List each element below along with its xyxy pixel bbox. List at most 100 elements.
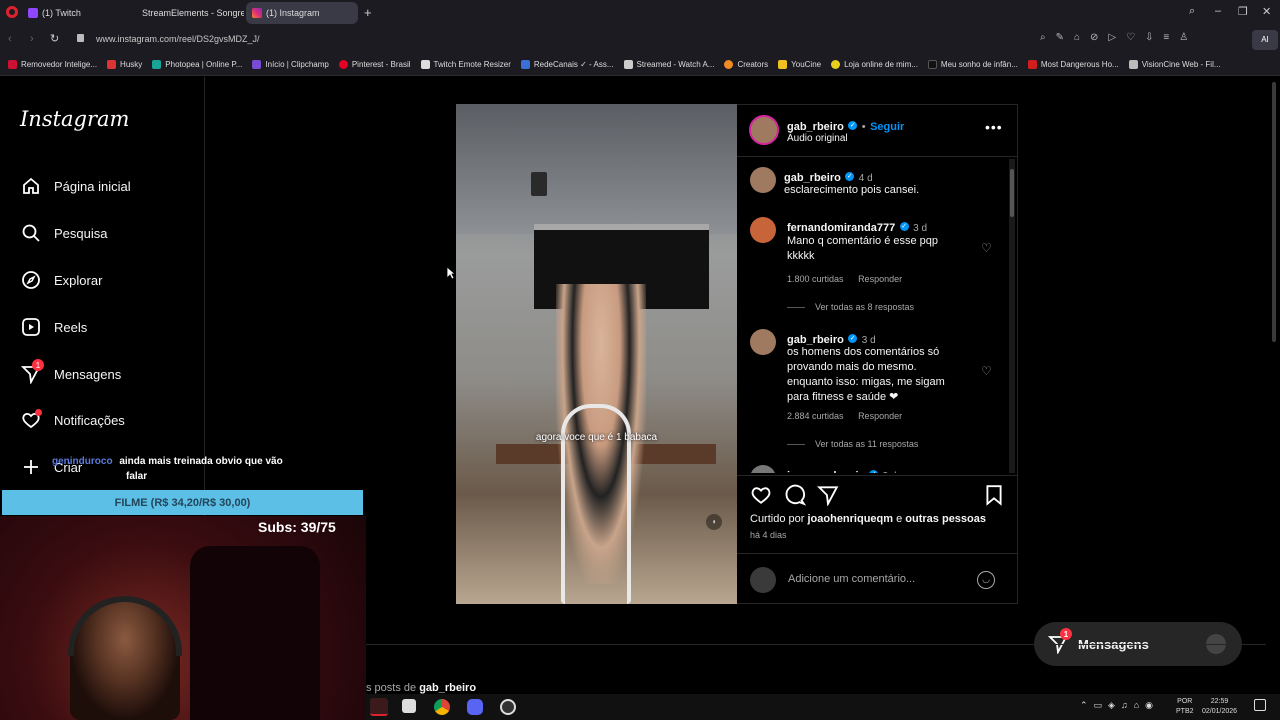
author-username[interactable]: gab_rbeiro (787, 121, 844, 133)
language-indicator[interactable]: POR PTB2 (1176, 697, 1194, 717)
minimize-icon[interactable]: – (1215, 5, 1221, 17)
bookmark[interactable]: Meu sonho de infân... (927, 60, 1018, 69)
bookmark[interactable]: Twitch Emote Resizer (420, 60, 511, 69)
save-icon[interactable] (983, 484, 1005, 511)
comment-likes[interactable]: 1.800 curtidas (787, 274, 844, 284)
tab-label: (1) Twitch (42, 8, 81, 18)
tab-streamelements[interactable]: StreamElements - Songre (132, 2, 244, 24)
bookmark[interactable]: VisionCine Web - Fil... (1128, 60, 1221, 69)
bookmark[interactable]: Most Dangerous Ho... (1027, 60, 1119, 69)
bookmark-label: Most Dangerous Ho... (1040, 60, 1119, 69)
like-comment-icon[interactable]: ♡ (981, 241, 992, 255)
view-replies[interactable]: Ver todas as 11 respostas (787, 439, 918, 449)
reply-button[interactable]: Responder (858, 411, 902, 421)
verified-icon: ✓ (899, 222, 909, 232)
opera-logo-icon[interactable] (6, 6, 18, 18)
clock[interactable]: 22:59 02/01/2026 (1202, 697, 1237, 717)
app-taskbar-icon[interactable] (402, 699, 416, 713)
address-bar: ‹ › ↻ www.instagram.com/reel/DS2gvsMDZ_J… (0, 26, 1280, 54)
new-tab-icon[interactable]: + (364, 5, 372, 20)
avatar[interactable] (750, 217, 776, 243)
bookmark[interactable]: Creators (724, 60, 768, 69)
add-comment-input[interactable]: Adicione um comentário... (788, 573, 915, 585)
comments-scroll[interactable]: gab_rbeiro ✓ 4 d esclarecimento pois can… (737, 157, 1017, 473)
page-scrollbar-thumb[interactable] (1272, 82, 1276, 342)
notification-center-icon[interactable] (1254, 699, 1266, 711)
comment-likes[interactable]: 2.884 curtidas (787, 411, 844, 421)
chat-message: geninduroco ainda mais treinada obvio qu… (52, 456, 372, 482)
nav-messages[interactable]: 1 Mensagens (20, 359, 121, 385)
nav-explore[interactable]: Explorar (20, 269, 102, 291)
bookmark[interactable]: Husky (107, 60, 142, 69)
bookmark-icon (420, 60, 430, 69)
bookmark[interactable]: Início | Clipchamp (252, 60, 329, 69)
nav-notifications[interactable]: Notificações (20, 409, 125, 431)
discord-taskbar-icon[interactable] (467, 699, 483, 715)
tab-label: StreamElements - Songre (142, 8, 244, 18)
instagram-logo[interactable]: Instagram (20, 107, 129, 131)
taskbar: ⌃▭◈♫⌂◉ POR PTB2 22:59 02/01/2026 (366, 694, 1280, 720)
like-icon[interactable] (750, 484, 772, 511)
follow-button[interactable]: Seguir (870, 121, 904, 133)
view-replies[interactable]: Ver todas as 8 respostas (787, 302, 914, 312)
verified-icon: ✓ (845, 172, 855, 182)
avatar[interactable] (750, 329, 776, 355)
reel-video[interactable]: agora voce que é 1 babaca ◖ (456, 104, 737, 604)
scrollbar[interactable] (1009, 159, 1015, 473)
bookmark[interactable]: Photopea | Online P... (152, 60, 242, 69)
more-posts-prefix: s posts de (366, 682, 417, 694)
browser-toolbar-icons[interactable]: ⌕✎⌂⊘▷♡⇩≡♙ (1040, 32, 1198, 43)
chrome-taskbar-icon[interactable] (434, 699, 450, 715)
nav-search[interactable]: Pesquisa (20, 222, 107, 244)
liked-by-user[interactable]: joaohenriqueqm (807, 513, 893, 525)
tab-instagram[interactable]: (1) Instagram (246, 2, 358, 24)
comment-meta: 2.884 curtidas Responder (787, 411, 902, 421)
forward-icon[interactable]: › (30, 33, 34, 45)
bookmark[interactable]: Streamed - Watch A... (623, 60, 714, 69)
ai-button[interactable]: AI (1252, 30, 1278, 50)
comment-divider (737, 553, 1017, 554)
page-scrollbar[interactable] (1270, 77, 1278, 694)
back-icon[interactable]: ‹ (8, 33, 12, 45)
avatar[interactable] (750, 167, 776, 193)
nav-home[interactable]: Página inicial (20, 175, 131, 197)
audio-label[interactable]: Áudio original (787, 133, 848, 144)
bookmark[interactable]: Removedor Intelige... (8, 60, 97, 69)
search-tabs-icon[interactable]: ⌕ (1189, 5, 1195, 18)
bookmark[interactable]: YouCine (778, 60, 821, 69)
mute-icon[interactable]: ◖ (706, 514, 722, 530)
liked-by-rest[interactable]: outras pessoas (905, 513, 986, 525)
comment-text-line: kkkkk (787, 250, 815, 262)
url-field[interactable]: www.instagram.com/reel/DS2gvsMDZ_J/ (96, 34, 260, 44)
more-posts-user[interactable]: gab_rbeiro (419, 682, 476, 694)
share-icon[interactable] (816, 484, 839, 511)
comment-username[interactable]: improcedencia (787, 470, 865, 473)
opera-taskbar-icon[interactable] (370, 698, 388, 716)
more-options-icon[interactable]: ••• (985, 119, 1003, 135)
scrollbar-thumb[interactable] (1010, 169, 1014, 217)
bookmark[interactable]: Pinterest - Brasil (338, 60, 411, 69)
like-comment-icon[interactable]: ♡ (981, 364, 992, 378)
tab-label: (1) Instagram (266, 8, 320, 18)
liked-by: Curtido por joaohenriqueqm e outras pess… (750, 513, 986, 525)
lang-2: PTB2 (1176, 708, 1194, 715)
comment-username[interactable]: fernandomiranda777 (787, 222, 895, 234)
maximize-icon[interactable]: ❐ (1238, 5, 1248, 18)
emoji-icon[interactable]: ◡ (977, 571, 995, 589)
reply-button[interactable]: Responder (858, 274, 902, 284)
avatar[interactable] (750, 465, 776, 473)
obs-taskbar-icon[interactable] (500, 699, 516, 715)
comment-meta: 1.800 curtidas Responder (787, 274, 902, 284)
nav-label: Página inicial (54, 178, 131, 194)
nav-reels[interactable]: Reels (20, 316, 87, 338)
bookmark[interactable]: Loja online de mim... (831, 60, 918, 69)
close-window-icon[interactable]: ✕ (1262, 5, 1271, 18)
tab-twitch[interactable]: (1) Twitch (22, 2, 130, 24)
bookmark[interactable]: RedeCanais ✓ - Ass... (520, 60, 614, 69)
messages-badge: 1 (32, 359, 44, 371)
comment-icon[interactable] (784, 484, 807, 511)
author-avatar[interactable] (749, 115, 779, 145)
reload-icon[interactable]: ↻ (50, 32, 59, 45)
system-tray-icons[interactable]: ⌃▭◈♫⌂◉ (1080, 700, 1159, 711)
bookmark-icon (831, 60, 841, 69)
